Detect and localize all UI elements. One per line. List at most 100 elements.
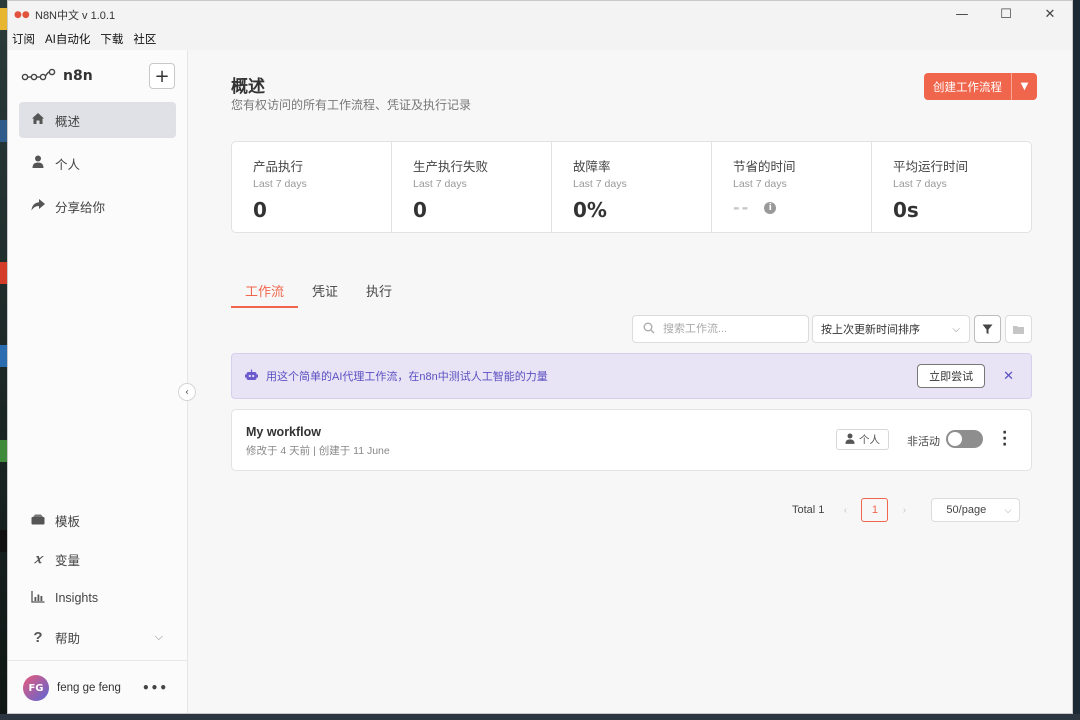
ai-promo-banner: 用这个简单的AI代理工作流，在n8n中测试人工智能的力量 立即尝试 ✕ xyxy=(231,353,1032,399)
collapse-sidebar-button[interactable]: ‹ xyxy=(178,383,196,401)
maximize-button[interactable]: ☐ xyxy=(984,1,1028,28)
sidebar-item-label: 个人 xyxy=(55,157,81,172)
app-content: n8n + 概述 个人 分享给你 模板 𝑥 变量 Insights ? 帮助 ⌵… xyxy=(8,50,1072,713)
stat-failure-rate: 故障率 Last 7 days 0% xyxy=(552,142,712,232)
status-label: 非活动 xyxy=(907,436,940,448)
prev-page-icon[interactable]: ‹ xyxy=(838,505,852,516)
help-icon: ? xyxy=(33,628,43,646)
chevron-down-icon: ⌵ xyxy=(952,323,960,335)
sidebar-item-overview[interactable]: 概述 xyxy=(19,102,176,138)
tab-executions[interactable]: 执行 xyxy=(352,278,406,308)
add-button[interactable]: + xyxy=(149,63,175,89)
page-number[interactable]: 1 xyxy=(861,498,889,522)
sort-value: 按上次更新时间排序 xyxy=(821,324,920,336)
user-profile[interactable]: FG feng ge feng ••• xyxy=(8,660,188,713)
filter-icon xyxy=(982,324,993,334)
search-icon xyxy=(643,322,655,337)
stats-panel: 产品执行 Last 7 days 0 生产执行失败 Last 7 days 0 … xyxy=(231,141,1032,233)
page-size-value: 50/page xyxy=(946,504,987,516)
new-folder-button[interactable] xyxy=(1005,315,1032,343)
sidebar-item-label: 帮助 xyxy=(55,631,81,646)
next-page-icon[interactable]: › xyxy=(897,505,911,516)
try-now-button[interactable]: 立即尝试 xyxy=(917,364,986,388)
taskbar-strip xyxy=(0,714,1080,720)
avatar[interactable]: FG xyxy=(23,675,49,701)
sidebar-item-label: Insights xyxy=(55,591,99,605)
info-icon[interactable]: i xyxy=(764,201,777,214)
stat-range: Last 7 days xyxy=(893,178,947,190)
tab-workflows[interactable]: 工作流 xyxy=(231,278,299,308)
close-window-button[interactable]: ✕ xyxy=(1028,1,1072,28)
stat-range: Last 7 days xyxy=(573,178,627,190)
sidebar-item-label: 变量 xyxy=(55,553,81,568)
menu-ai-automation[interactable]: AI自动化 xyxy=(45,31,90,47)
app-logo-icon: ●● xyxy=(14,9,30,20)
stat-value: 0% xyxy=(573,198,607,222)
sidebar-item-personal[interactable]: 个人 xyxy=(19,145,176,181)
stat-range: Last 7 days xyxy=(253,178,307,190)
more-options-icon[interactable]: ••• xyxy=(142,681,168,695)
app-window: ●● N8N中文 v 1.0.1 — ☐ ✕ 订阅 AI自动化 下载 社区 n8… xyxy=(7,0,1073,714)
sidebar-item-help[interactable]: ? 帮助 ⌵ xyxy=(19,619,177,655)
stat-prod-executions: 产品执行 Last 7 days 0 xyxy=(232,142,392,232)
menu-community[interactable]: 社区 xyxy=(133,31,156,47)
desktop-background-right xyxy=(1072,0,1080,720)
sidebar-nav-bottom: 模板 𝑥 变量 Insights ? 帮助 ⌵ xyxy=(8,502,188,658)
user-icon xyxy=(845,433,855,447)
stat-range: Last 7 days xyxy=(413,178,467,190)
menu-subscribe[interactable]: 订阅 xyxy=(12,31,35,47)
workflow-name[interactable]: My workflow xyxy=(246,425,321,439)
workflow-more-icon[interactable]: · · · xyxy=(1002,426,1007,452)
total-count: Total 1 xyxy=(792,504,825,516)
banner-text: 用这个简单的AI代理工作流，在n8n中测试人工智能的力量 xyxy=(266,371,548,383)
user-name: feng ge feng xyxy=(57,682,121,694)
insights-icon xyxy=(29,590,47,606)
stat-name: 平均运行时间 xyxy=(893,160,969,174)
window-title: N8N中文 v 1.0.1 xyxy=(35,9,116,22)
menu-bar: 订阅 AI自动化 下载 社区 xyxy=(8,28,1072,50)
stat-value: 0 xyxy=(413,198,427,222)
folder-icon xyxy=(1013,325,1024,334)
title-bar: ●● N8N中文 v 1.0.1 — ☐ ✕ xyxy=(8,1,1072,28)
user-icon xyxy=(29,155,47,171)
sidebar-nav-top: 概述 个人 分享给你 xyxy=(8,102,187,224)
owner-badge: 个人 xyxy=(836,429,889,450)
owner-label: 个人 xyxy=(859,434,880,446)
workflow-card[interactable]: My workflow 修改于 4 天前 | 创建于 11 June 个人 非活… xyxy=(231,409,1032,471)
search-input[interactable] xyxy=(663,323,793,335)
search-box[interactable] xyxy=(632,315,809,343)
minimize-button[interactable]: — xyxy=(940,1,984,28)
sidebar-item-shared[interactable]: 分享给你 xyxy=(19,188,176,224)
page-title: 概述 xyxy=(231,77,265,97)
filter-button[interactable] xyxy=(974,315,1001,343)
chevron-down-icon[interactable]: ▼ xyxy=(1011,73,1037,100)
stat-name: 故障率 xyxy=(573,160,611,174)
sidebar-item-label: 概述 xyxy=(55,114,81,129)
menu-download[interactable]: 下载 xyxy=(100,31,123,47)
stat-avg-runtime: 平均运行时间 Last 7 days 0s xyxy=(872,142,1031,232)
sidebar-item-label: 模板 xyxy=(55,514,81,529)
tab-credentials[interactable]: 凭证 xyxy=(298,278,352,308)
sidebar-item-variables[interactable]: 𝑥 变量 xyxy=(19,541,177,577)
chevron-down-icon: ⌵ xyxy=(154,630,163,643)
page-size-select[interactable]: 50/page ⌵ xyxy=(931,498,1021,522)
n8n-logo-icon xyxy=(21,68,56,81)
stat-name: 生产执行失败 xyxy=(413,160,489,174)
sidebar-item-templates[interactable]: 模板 xyxy=(19,502,177,538)
sort-select[interactable]: 按上次更新时间排序 ⌵ xyxy=(812,315,970,343)
close-icon[interactable]: ✕ xyxy=(1003,369,1014,384)
activate-toggle[interactable] xyxy=(946,430,983,448)
sidebar-item-insights[interactable]: Insights xyxy=(19,580,177,616)
template-icon xyxy=(29,513,47,528)
stat-value: 0 xyxy=(253,198,267,222)
create-workflow-button[interactable]: 创建工作流程 xyxy=(924,73,1011,100)
stat-value: 0s xyxy=(893,198,919,222)
brand-name: n8n xyxy=(63,68,93,84)
stat-time-saved: 节省的时间 Last 7 days -- i xyxy=(712,142,872,232)
window-controls: — ☐ ✕ xyxy=(940,1,1072,28)
variable-icon: 𝑥 xyxy=(34,551,42,567)
page-subtitle: 您有权访问的所有工作流程、凭证及执行记录 xyxy=(231,98,472,112)
stat-range: Last 7 days xyxy=(733,178,787,190)
share-icon xyxy=(29,198,47,214)
workflow-meta: 修改于 4 天前 | 创建于 11 June xyxy=(246,445,390,457)
